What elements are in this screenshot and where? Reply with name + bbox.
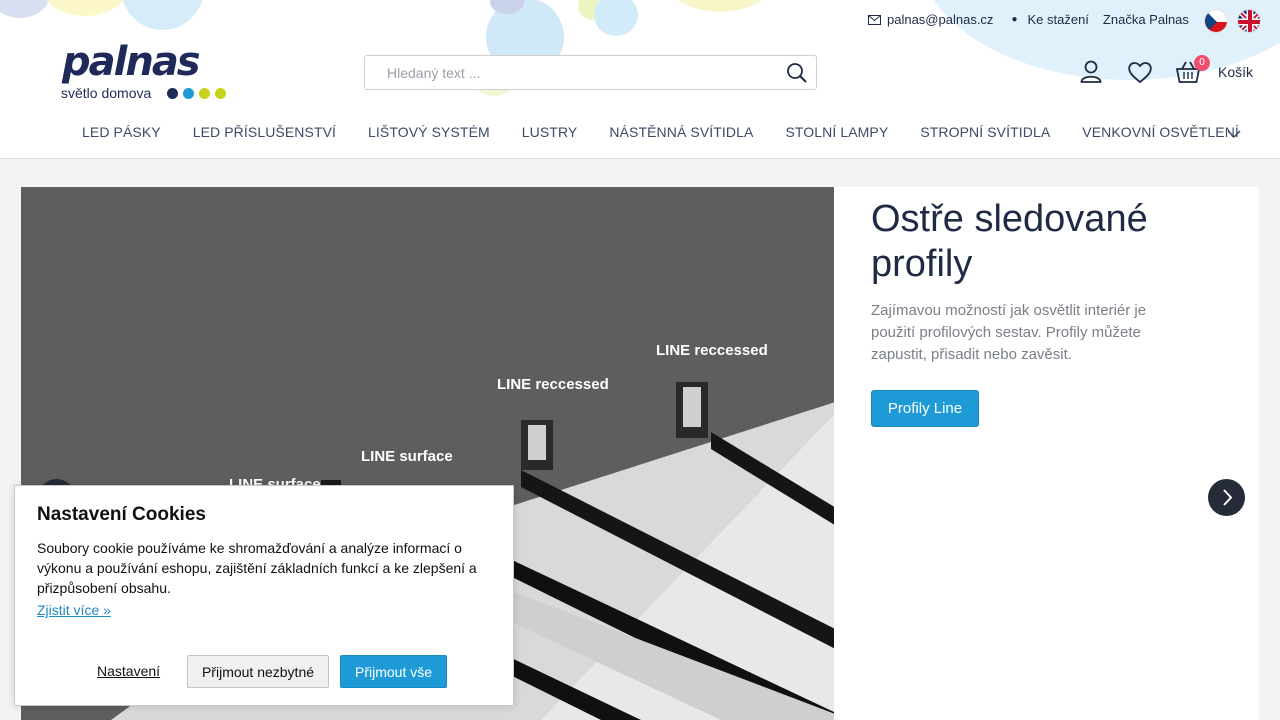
user-icon[interactable]: [1077, 58, 1105, 86]
accept-necessary-button[interactable]: Přijmout nezbytné: [187, 655, 329, 688]
nav-item-stolni-lampy[interactable]: STOLNÍ LAMPY: [769, 124, 904, 140]
nav-item-led-pasky[interactable]: LED PÁSKY: [66, 124, 177, 140]
site-header: palnas@palnas.cz ● Ke stažení Značka Pal…: [0, 0, 1280, 159]
decor-blob: [594, 0, 638, 36]
nav-item-lustry[interactable]: LUSTRY: [506, 124, 594, 140]
chevron-down-icon[interactable]: [1224, 126, 1244, 142]
downloads-link[interactable]: Ke stažení: [1027, 12, 1088, 27]
nav-item-led-prislusenstvi[interactable]: LED PŘÍSLUŠENSTVÍ: [177, 124, 352, 140]
image-label: LINE reccessed: [497, 376, 609, 393]
main-nav: LED PÁSKY LED PŘÍSLUŠENSTVÍ LIŠTOVÝ SYST…: [66, 124, 1255, 140]
flag-en-icon[interactable]: [1237, 9, 1261, 33]
slider-next-button[interactable]: [1208, 479, 1245, 516]
accept-all-button[interactable]: Přijmout vše: [340, 655, 447, 688]
nav-item-stropni-svitidla[interactable]: STROPNÍ SVÍTIDLA: [904, 124, 1066, 140]
decor-blob: [40, 0, 130, 16]
logo-tagline: světlo domova: [61, 85, 152, 101]
hero-cta-button[interactable]: Profily Line: [871, 390, 979, 427]
hero-title: Ostře sledované profily: [871, 198, 1148, 285]
hero-description: Zajímavou možností jak osvětlit interiér…: [871, 302, 1147, 363]
chevron-right-icon: [1223, 489, 1233, 506]
mail-icon: [868, 14, 881, 25]
top-links: palnas@palnas.cz ● Ke stažení Značka Pal…: [868, 12, 1203, 27]
decor-blob: [0, 0, 50, 18]
image-label: LINE surface: [361, 448, 453, 465]
decor-blob: [120, 0, 205, 30]
brand-link[interactable]: Značka Palnas: [1103, 12, 1189, 27]
image-label: LINE reccessed: [656, 342, 768, 359]
flag-cz-icon[interactable]: [1204, 9, 1228, 33]
cookie-text: Soubory cookie používáme ke shromažďován…: [37, 540, 477, 596]
heart-icon[interactable]: [1126, 58, 1154, 86]
search-icon[interactable]: [786, 62, 808, 84]
search-box: [364, 55, 817, 90]
logo-dots: [167, 88, 226, 99]
nav-item-nastenna-svitidla[interactable]: NÁSTĚNNÁ SVÍTIDLA: [593, 124, 769, 140]
cookie-settings-link[interactable]: Nastavení: [97, 663, 160, 679]
cookie-consent-dialog: Nastavení Cookies Soubory cookie používá…: [14, 485, 514, 706]
cookie-more-link[interactable]: Zjistit více »: [37, 602, 111, 618]
cart-count-badge: 0: [1194, 55, 1210, 71]
decor-blob: [660, 0, 780, 12]
email-link[interactable]: palnas@palnas.cz: [868, 12, 993, 27]
logo-wordmark: palnas: [62, 39, 201, 85]
cart-link[interactable]: Košík: [1218, 64, 1253, 80]
site-logo[interactable]: palnas světlo domova: [60, 39, 235, 104]
separator-dot: ●: [1011, 14, 1018, 25]
search-input[interactable]: [377, 56, 777, 89]
email-text: palnas@palnas.cz: [887, 12, 994, 27]
nav-item-listovy-system[interactable]: LIŠTOVÝ SYSTÉM: [352, 124, 506, 140]
cookie-title: Nastavení Cookies: [37, 504, 206, 525]
